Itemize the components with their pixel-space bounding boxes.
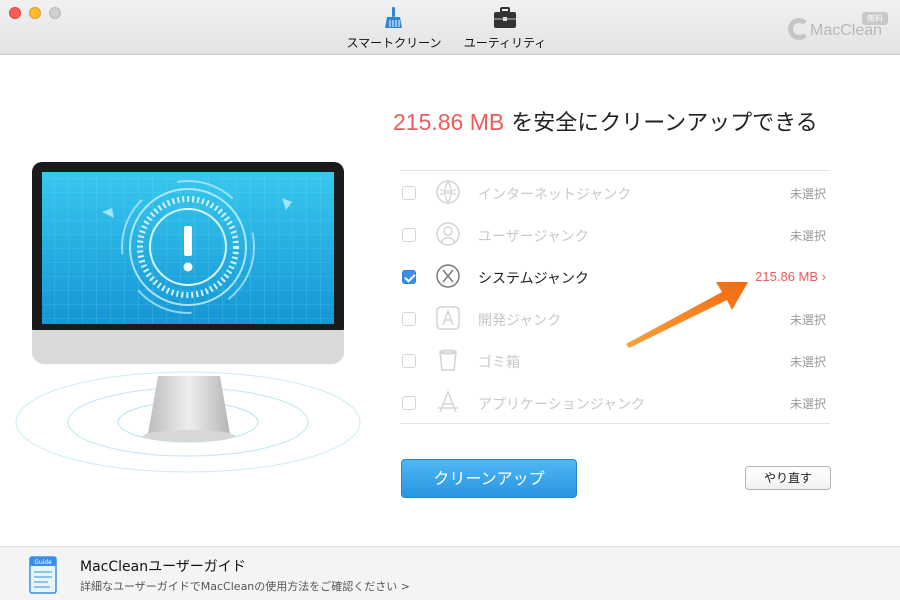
brand-logo: 無料 MacClean <box>788 12 888 46</box>
globe-icon <box>436 180 460 204</box>
internet-junk-checkbox[interactable] <box>402 186 416 200</box>
developer-junk-status: 未選択 <box>789 313 826 327</box>
toolbox-icon <box>494 7 516 28</box>
toolbar-utility[interactable]: ユーティリティ <box>462 6 548 50</box>
user-junk-status: 未選択 <box>789 229 826 243</box>
brand-name: MacClean <box>810 22 883 39</box>
close-window-button[interactable] <box>9 7 21 19</box>
internet-junk-status: 未選択 <box>789 187 826 201</box>
toolbar-smart-clean[interactable]: スマートクリーン <box>346 6 442 50</box>
xcode-app-icon <box>436 306 460 330</box>
pointer-arrow-icon <box>626 282 748 348</box>
junk-row-internet[interactable]: インターネットジャンク 未選択 <box>400 171 830 213</box>
user-guide-footer[interactable]: Guide MacCleanユーザーガイド 詳細なユーザーガイドでMacClea… <box>0 546 900 600</box>
recoverable-size: 215.86 MB <box>393 109 505 135</box>
minimize-window-button[interactable] <box>29 7 41 19</box>
user-guide-link[interactable]: 詳細なユーザーガイドでMacCleanの使用方法をご確認ください > <box>80 578 410 594</box>
system-junk-label: システムジャンク <box>478 271 589 287</box>
broom-icon <box>385 7 402 28</box>
imac-warning-illustration <box>15 162 361 473</box>
trash-icon <box>439 349 457 371</box>
app-store-icon <box>438 390 458 413</box>
user-guide-title: MacCleanユーザーガイド <box>80 559 246 575</box>
user-junk-label: ユーザージャンク <box>478 229 589 245</box>
macclean-logo-icon <box>788 18 810 40</box>
macos-x-icon <box>436 264 460 288</box>
toolbar-smart-clean-label: スマートクリーン <box>346 36 442 50</box>
trash-checkbox[interactable] <box>402 354 416 368</box>
trash-status: 未選択 <box>789 355 826 369</box>
application-junk-status: 未選択 <box>789 397 826 411</box>
system-junk-checkbox[interactable] <box>402 270 416 284</box>
junk-row-application[interactable]: アプリケーションジャンク 未選択 <box>400 381 830 423</box>
page-title-text: を安全にクリーンアップできる <box>504 111 818 136</box>
zoom-window-button[interactable] <box>49 7 61 19</box>
cleanup-button[interactable]: クリーンアップ <box>401 459 577 498</box>
guide-icon-label: Guide <box>34 559 52 566</box>
developer-junk-checkbox[interactable] <box>402 312 416 326</box>
toolbar-utility-label: ユーティリティ <box>463 36 547 50</box>
user-junk-checkbox[interactable] <box>402 228 416 242</box>
trash-label: ゴミ箱 <box>478 355 520 371</box>
page-title: 215.86 MB を安全にクリーンアップできる <box>393 105 818 137</box>
title-bar: スマートクリーン ユーティリティ 無料 MacClean <box>0 0 900 55</box>
internet-junk-label: インターネットジャンク <box>478 187 632 203</box>
user-icon <box>436 222 460 246</box>
junk-row-user[interactable]: ユーザージャンク 未選択 <box>400 213 830 255</box>
developer-junk-label: 開発ジャンク <box>478 313 562 329</box>
guide-book-icon: Guide <box>29 556 57 594</box>
application-junk-label: アプリケーションジャンク <box>478 397 646 413</box>
redo-button[interactable]: やり直す <box>745 466 831 490</box>
application-junk-checkbox[interactable] <box>402 396 416 410</box>
